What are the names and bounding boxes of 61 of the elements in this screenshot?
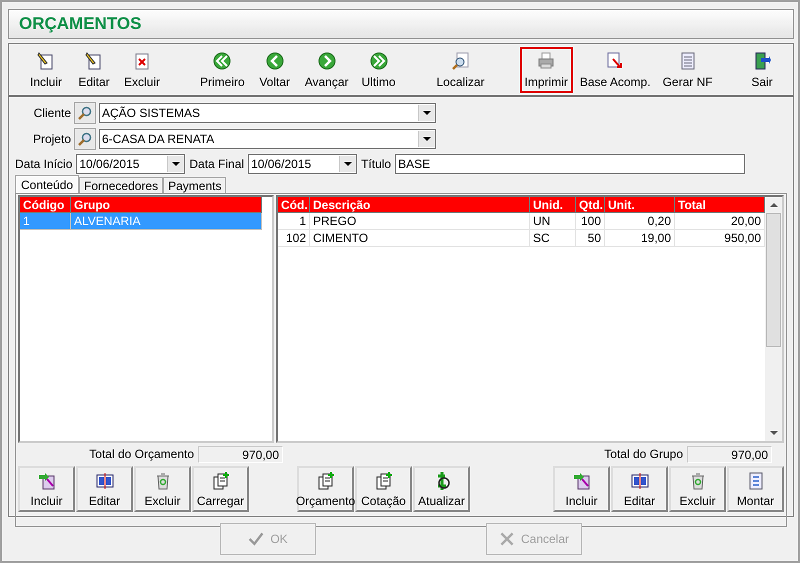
action-button[interactable]: Cotação: [355, 466, 412, 512]
table-cell: 19,00: [605, 230, 675, 247]
action-button[interactable]: Excluir: [669, 466, 726, 512]
action-button[interactable]: Incluir: [18, 466, 75, 512]
column-header[interactable]: Descrição: [310, 197, 530, 213]
toolbar-button[interactable]: Excluir: [119, 46, 166, 92]
column-header[interactable]: Código: [20, 197, 71, 213]
toolbar-button[interactable]: Imprimir: [520, 46, 573, 92]
table-cell: UN: [530, 213, 576, 230]
toolbar-button[interactable]: Voltar: [252, 46, 298, 92]
toolbar-button[interactable]: Gerar NF: [658, 46, 718, 92]
toolbar-button[interactable]: Base Acomp.: [574, 46, 656, 92]
action-button[interactable]: Montar: [727, 466, 784, 512]
toolbar-button[interactable]: Editar: [71, 46, 117, 92]
toolbar-button[interactable]: Ultimo: [356, 46, 402, 92]
window-title: ORÇAMENTOS: [19, 14, 142, 34]
toolbar-button[interactable]: Localizar: [432, 46, 490, 92]
column-header[interactable]: Unit.: [605, 197, 675, 213]
column-header[interactable]: Cód.: [278, 197, 310, 213]
column-header[interactable]: Grupo: [71, 197, 262, 213]
toolbar-button[interactable]: Avançar: [300, 46, 354, 92]
total-value: 970,00: [198, 446, 283, 462]
toolbar-button[interactable]: Sair: [739, 46, 785, 92]
project-dropdown[interactable]: 6-CASA DA RENATA: [99, 129, 436, 149]
table-cell: 102: [278, 230, 310, 247]
table-cell: ALVENARIA: [71, 213, 262, 230]
toolbar-button[interactable]: Primeiro: [195, 46, 250, 92]
table-cell: 100: [576, 213, 605, 230]
field-label: Cliente: [32, 106, 71, 120]
action-button[interactable]: Editar: [76, 466, 133, 512]
tab[interactable]: Conteúdo: [15, 175, 80, 193]
date-picker[interactable]: 10/06/2015: [76, 154, 186, 174]
action-button[interactable]: Carregar: [192, 466, 249, 512]
column-header[interactable]: Total: [675, 197, 765, 213]
field-label: Data Final: [189, 157, 244, 171]
total-label: Total do Orçamento: [89, 447, 194, 461]
action-button[interactable]: Atualizar: [413, 466, 470, 512]
action-button[interactable]: Editar: [611, 466, 668, 512]
column-header[interactable]: Qtd.: [576, 197, 605, 213]
table-cell: 1: [278, 213, 310, 230]
field-label: Projeto: [32, 132, 71, 146]
table-cell: 0,20: [605, 213, 675, 230]
total-label: Total do Grupo: [604, 447, 683, 461]
field-label: Data Início: [15, 157, 72, 171]
title-input[interactable]: BASE: [395, 154, 746, 174]
table-cell: 1: [20, 213, 71, 230]
action-button[interactable]: Excluir: [134, 466, 191, 512]
table-cell: CIMENTO: [310, 230, 530, 247]
tab[interactable]: Fornecedores: [79, 177, 164, 193]
table-cell: 50: [576, 230, 605, 247]
table-cell: SC: [530, 230, 576, 247]
tab[interactable]: Payments: [163, 177, 226, 193]
field-label: Título: [361, 157, 392, 171]
column-header[interactable]: Unid.: [530, 197, 576, 213]
action-button[interactable]: Orçamento: [297, 466, 354, 512]
client-dropdown[interactable]: AÇÃO SISTEMAS: [99, 103, 436, 123]
date-picker[interactable]: 10/06/2015: [248, 154, 358, 174]
toolbar-button[interactable]: Incluir: [23, 46, 69, 92]
action-button[interactable]: Incluir: [553, 466, 610, 512]
total-value: 970,00: [687, 446, 772, 462]
table-cell: PREGO: [310, 213, 530, 230]
